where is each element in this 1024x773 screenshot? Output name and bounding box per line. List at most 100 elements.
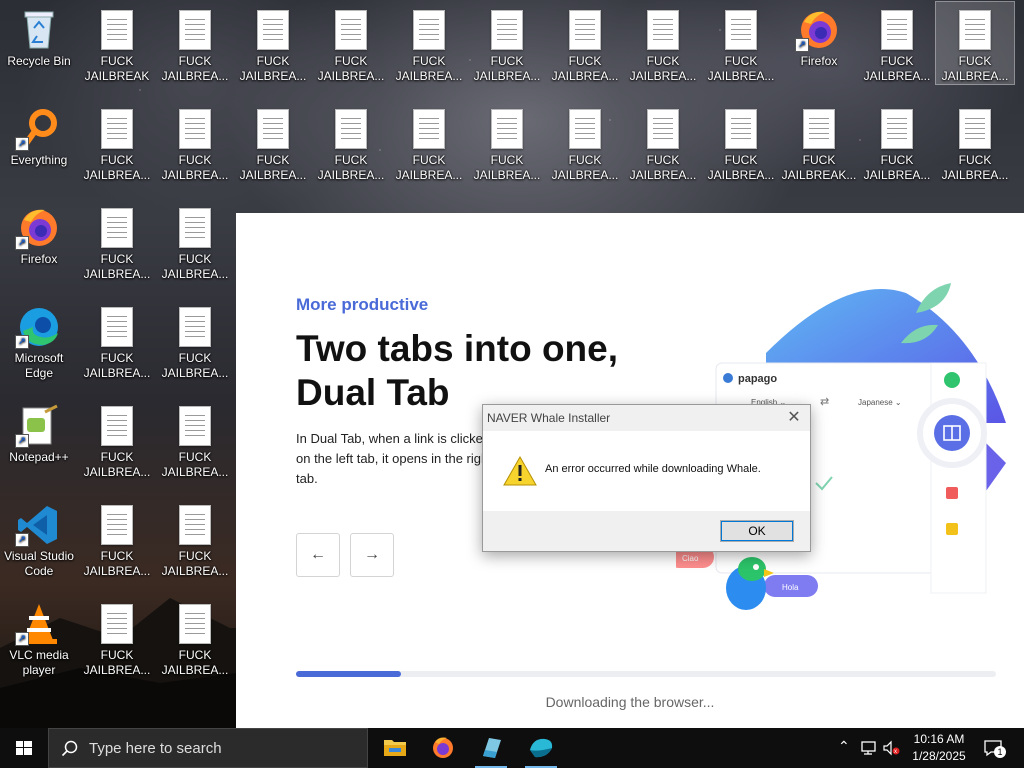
desktop-icon[interactable]: FUCK JAILBREAK xyxy=(78,2,156,84)
dialog-close-button[interactable]: ✕ xyxy=(784,407,804,427)
document-icon xyxy=(93,305,141,349)
vlc-icon: ↗ xyxy=(15,602,63,646)
desktop-icon[interactable]: ↗ Firefox xyxy=(0,200,78,267)
firefox-icon: ↗ xyxy=(795,8,843,52)
desktop-icon[interactable]: FUCK JAILBREA... xyxy=(156,2,234,84)
edge-icon: ↗ xyxy=(15,305,63,349)
desktop-icon[interactable]: Recycle Bin xyxy=(0,2,78,69)
desktop-icon-label: FUCK JAILBREA... xyxy=(707,54,775,83)
search-icon xyxy=(61,740,78,757)
desktop-icon-label: FUCK JAILBREAK xyxy=(84,54,150,83)
document-icon xyxy=(873,107,921,151)
desktop-icon[interactable]: FUCK JAILBREA... xyxy=(78,200,156,282)
desktop-icon[interactable]: FUCK JAILBREA... xyxy=(78,497,156,579)
desktop-icon-label: FUCK JAILBREA... xyxy=(161,54,229,83)
desktop-icon[interactable]: FUCK JAILBREA... xyxy=(468,101,546,183)
installer-icon xyxy=(483,738,501,758)
windows-logo-icon xyxy=(16,741,32,755)
network-icon[interactable] xyxy=(860,740,878,756)
desktop-icon-label: FUCK JAILBREA... xyxy=(395,153,463,182)
desktop-icon[interactable]: FUCK JAILBREAK... xyxy=(780,101,858,183)
desktop-icon[interactable]: ↗ Microsoft Edge xyxy=(0,299,78,381)
desktop-icon-label: FUCK JAILBREA... xyxy=(83,648,151,677)
document-icon xyxy=(171,206,219,250)
ok-button[interactable]: OK xyxy=(720,520,794,542)
document-icon xyxy=(171,305,219,349)
desktop-icon[interactable]: FUCK JAILBREA... xyxy=(702,2,780,84)
desktop-icon-label: FUCK JAILBREA... xyxy=(551,153,619,182)
desktop-icon-label: Recycle Bin xyxy=(7,54,71,68)
dialog-message: An error occurred while downloading Whal… xyxy=(545,463,761,475)
svg-text:⇄: ⇄ xyxy=(820,396,829,408)
document-icon xyxy=(327,107,375,151)
desktop-icon[interactable]: FUCK JAILBREA... xyxy=(156,398,234,480)
desktop-icon-label: FUCK JAILBREA... xyxy=(317,54,385,83)
start-button[interactable] xyxy=(0,728,48,768)
document-icon xyxy=(483,107,531,151)
desktop-icon-label: FUCK JAILBREA... xyxy=(239,153,307,182)
taskbar-search-box[interactable]: Type here to search xyxy=(48,728,368,768)
desktop-icon[interactable]: FUCK JAILBREA... xyxy=(156,299,234,381)
taskbar-clock[interactable]: 10:16 AM 1/28/2025 xyxy=(898,731,980,765)
document-icon xyxy=(639,8,687,52)
desktop-icon[interactable]: ↗ Notepad++ xyxy=(0,398,78,465)
desktop-icon-label: FUCK JAILBREA... xyxy=(161,351,229,380)
taskbar-file-explorer[interactable] xyxy=(371,728,419,768)
document-icon xyxy=(717,107,765,151)
desktop-icon[interactable]: FUCK JAILBREA... xyxy=(935,1,1015,85)
taskbar-firefox[interactable] xyxy=(419,728,467,768)
desktop-icon[interactable]: FUCK JAILBREA... xyxy=(78,596,156,678)
desktop-icon-label: FUCK JAILBREA... xyxy=(863,153,931,182)
papago-label: papago xyxy=(738,373,777,385)
previous-slide-button[interactable]: ← xyxy=(296,533,340,577)
desktop-icon-label: FUCK JAILBREA... xyxy=(161,648,229,677)
desktop-icon[interactable]: ↗ Everything xyxy=(0,101,78,168)
desktop-icon-label: Everything xyxy=(10,153,68,167)
desktop-icon[interactable]: FUCK JAILBREA... xyxy=(936,101,1014,183)
desktop-icon-label: FUCK JAILBREA... xyxy=(941,153,1009,182)
desktop-icon[interactable]: FUCK JAILBREA... xyxy=(234,2,312,84)
desktop-icon[interactable]: ↗ Firefox xyxy=(780,2,858,69)
document-icon xyxy=(327,8,375,52)
desktop-icon[interactable]: FUCK JAILBREA... xyxy=(624,101,702,183)
notification-center-button[interactable]: 1 xyxy=(982,728,1012,768)
desktop-icon-label: FUCK JAILBREA... xyxy=(707,153,775,182)
desktop-icon[interactable]: FUCK JAILBREA... xyxy=(624,2,702,84)
desktop-icon[interactable]: FUCK JAILBREA... xyxy=(390,101,468,183)
document-icon xyxy=(951,107,999,151)
desktop-icon[interactable]: FUCK JAILBREA... xyxy=(156,200,234,282)
taskbar-whale-installer[interactable] xyxy=(467,728,515,768)
shortcut-arrow-icon: ↗ xyxy=(15,632,29,646)
download-progress-bar xyxy=(296,671,996,677)
desktop-icon[interactable]: FUCK JAILBREA... xyxy=(156,596,234,678)
desktop-icon[interactable]: FUCK JAILBREA... xyxy=(78,299,156,381)
document-icon xyxy=(93,503,141,547)
desktop-icon-label: FUCK JAILBREA... xyxy=(473,54,541,83)
desktop-icon[interactable]: FUCK JAILBREA... xyxy=(546,101,624,183)
desktop-icon[interactable]: FUCK JAILBREA... xyxy=(390,2,468,84)
desktop-icon[interactable]: FUCK JAILBREA... xyxy=(156,101,234,183)
desktop-icon[interactable]: FUCK JAILBREA... xyxy=(78,101,156,183)
desktop-icon[interactable]: FUCK JAILBREA... xyxy=(702,101,780,183)
chevron-up-icon[interactable]: ⌃ xyxy=(838,738,850,755)
shortcut-arrow-icon: ↗ xyxy=(15,137,29,151)
desktop-icon[interactable]: FUCK JAILBREA... xyxy=(858,101,936,183)
desktop-icon-label: Firefox xyxy=(20,252,58,266)
desktop-icon[interactable]: FUCK JAILBREA... xyxy=(468,2,546,84)
document-icon xyxy=(405,8,453,52)
desktop-icon[interactable]: ↗ Visual Studio Code xyxy=(0,497,78,579)
desktop-icon[interactable]: FUCK JAILBREA... xyxy=(234,101,312,183)
desktop-icon[interactable]: FUCK JAILBREA... xyxy=(546,2,624,84)
desktop-icon[interactable]: FUCK JAILBREA... xyxy=(858,2,936,84)
desktop-icon[interactable]: FUCK JAILBREA... xyxy=(312,101,390,183)
desktop-icon[interactable]: FUCK JAILBREA... xyxy=(78,398,156,480)
desktop-icon[interactable]: FUCK JAILBREA... xyxy=(156,497,234,579)
clock-date: 1/28/2025 xyxy=(912,749,966,763)
taskbar-whale-browser[interactable] xyxy=(517,728,565,768)
desktop-icon[interactable]: ↗ VLC media player xyxy=(0,596,78,678)
desktop-icon[interactable]: FUCK JAILBREA... xyxy=(312,2,390,84)
next-slide-button[interactable]: → xyxy=(350,533,394,577)
warning-icon xyxy=(503,455,537,486)
shortcut-arrow-icon: ↗ xyxy=(15,335,29,349)
desktop-icon-label: FUCK JAILBREA... xyxy=(83,153,151,182)
